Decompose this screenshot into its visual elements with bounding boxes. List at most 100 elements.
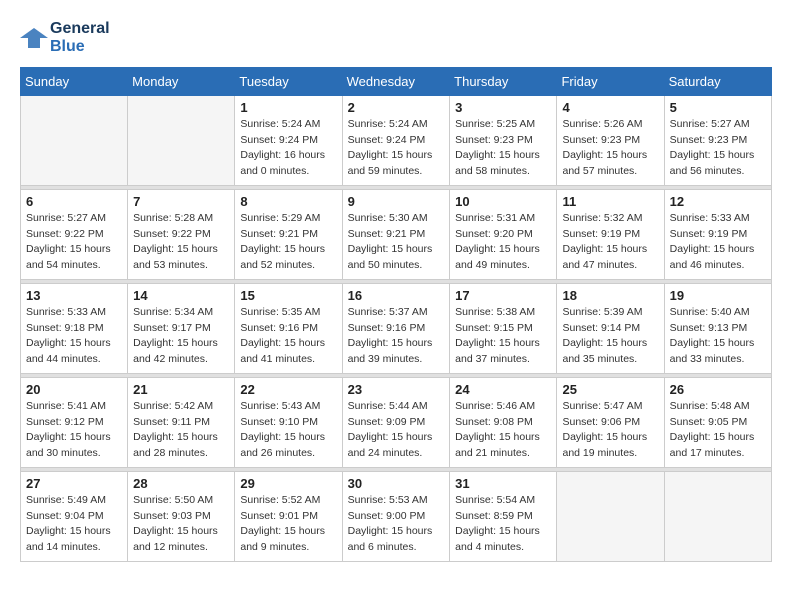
calendar-cell: 13 Sunrise: 5:33 AMSunset: 9:18 PMDayligh… [21,283,128,373]
day-number: 27 [26,476,122,491]
day-info: Sunrise: 5:49 AMSunset: 9:04 PMDaylight:… [26,493,122,556]
day-number: 3 [455,100,551,115]
day-info: Sunrise: 5:43 AMSunset: 9:10 PMDaylight:… [240,399,336,462]
day-info: Sunrise: 5:27 AMSunset: 9:23 PMDaylight:… [670,117,766,180]
sunrise-text: Sunrise: 5:47 AM [562,399,658,415]
calendar-week-row: 27 Sunrise: 5:49 AMSunset: 9:04 PMDayligh… [21,471,772,561]
sunset-text: Sunset: 9:19 PM [562,227,658,243]
day-info: Sunrise: 5:32 AMSunset: 9:19 PMDaylight:… [562,211,658,274]
sunrise-text: Sunrise: 5:24 AM [348,117,445,133]
sunset-text: Sunset: 9:20 PM [455,227,551,243]
daylight-text: Daylight: 15 hours and 12 minutes. [133,524,229,556]
day-number: 16 [348,288,445,303]
day-number: 5 [670,100,766,115]
daylight-text: Daylight: 15 hours and 28 minutes. [133,430,229,462]
calendar-cell [21,95,128,185]
sunset-text: Sunset: 9:17 PM [133,321,229,337]
calendar-cell: 20Sunrise: 5:41 AMSunset: 9:12 PMDayligh… [21,377,128,467]
sunset-text: Sunset: 9:23 PM [455,133,551,149]
calendar-header-row: SundayMondayTuesdayWednesdayThursdayFrid… [21,67,772,95]
sunrise-text: Sunrise: 5:33 AM [26,305,122,321]
day-number: 25 [562,382,658,397]
calendar-cell: 11 Sunrise: 5:32 AMSunset: 9:19 PMDayligh… [557,189,664,279]
day-info: Sunrise: 5:35 AMSunset: 9:16 PMDaylight:… [240,305,336,368]
daylight-text: Daylight: 15 hours and 59 minutes. [348,148,445,180]
day-number: 18 [562,288,658,303]
sunrise-text: Sunrise: 5:24 AM [240,117,336,133]
sunrise-text: Sunrise: 5:42 AM [133,399,229,415]
calendar-cell: 26Sunrise: 5:48 AMSunset: 9:05 PMDayligh… [664,377,771,467]
daylight-text: Daylight: 15 hours and 14 minutes. [26,524,122,556]
logo-line2: Blue [50,38,110,56]
day-info: Sunrise: 5:48 AMSunset: 9:05 PMDaylight:… [670,399,766,462]
sunrise-text: Sunrise: 5:44 AM [348,399,445,415]
daylight-text: Daylight: 15 hours and 6 minutes. [348,524,445,556]
day-number: 29 [240,476,336,491]
sunrise-text: Sunrise: 5:38 AM [455,305,551,321]
day-number: 6 [26,194,122,209]
day-number: 13 [26,288,122,303]
day-info: Sunrise: 5:24 AMSunset: 9:24 PMDaylight:… [348,117,445,180]
daylight-text: Daylight: 15 hours and 46 minutes. [670,242,766,274]
day-number: 24 [455,382,551,397]
daylight-text: Daylight: 15 hours and 4 minutes. [455,524,551,556]
calendar-cell: 2 Sunrise: 5:24 AMSunset: 9:24 PMDaylight… [342,95,450,185]
calendar-header-sunday: Sunday [21,67,128,95]
sunrise-text: Sunrise: 5:31 AM [455,211,551,227]
calendar-cell: 27 Sunrise: 5:49 AMSunset: 9:04 PMDayligh… [21,471,128,561]
daylight-text: Daylight: 15 hours and 52 minutes. [240,242,336,274]
sunrise-text: Sunrise: 5:50 AM [133,493,229,509]
calendar-cell: 17 Sunrise: 5:38 AMSunset: 9:15 PMDayligh… [450,283,557,373]
sunset-text: Sunset: 9:23 PM [562,133,658,149]
day-number: 17 [455,288,551,303]
sunrise-text: Sunrise: 5:27 AM [26,211,122,227]
daylight-text: Daylight: 15 hours and 17 minutes. [670,430,766,462]
calendar-cell [128,95,235,185]
day-info: Sunrise: 5:41 AMSunset: 9:12 PMDaylight:… [26,399,122,462]
sunrise-text: Sunrise: 5:40 AM [670,305,766,321]
daylight-text: Daylight: 15 hours and 47 minutes. [562,242,658,274]
day-info: Sunrise: 5:26 AMSunset: 9:23 PMDaylight:… [562,117,658,180]
sunset-text: Sunset: 9:24 PM [240,133,336,149]
day-info: Sunrise: 5:37 AMSunset: 9:16 PMDaylight:… [348,305,445,368]
sunrise-text: Sunrise: 5:34 AM [133,305,229,321]
sunset-text: Sunset: 9:21 PM [348,227,445,243]
day-number: 19 [670,288,766,303]
day-info: Sunrise: 5:33 AMSunset: 9:18 PMDaylight:… [26,305,122,368]
calendar-week-row: 13 Sunrise: 5:33 AMSunset: 9:18 PMDayligh… [21,283,772,373]
calendar-cell: 21Sunrise: 5:42 AMSunset: 9:11 PMDayligh… [128,377,235,467]
day-info: Sunrise: 5:29 AMSunset: 9:21 PMDaylight:… [240,211,336,274]
sunset-text: Sunset: 9:14 PM [562,321,658,337]
calendar-cell: 28Sunrise: 5:50 AMSunset: 9:03 PMDayligh… [128,471,235,561]
day-number: 11 [562,194,658,209]
daylight-text: Daylight: 15 hours and 50 minutes. [348,242,445,274]
day-number: 15 [240,288,336,303]
calendar-cell [664,471,771,561]
calendar-cell: 10Sunrise: 5:31 AMSunset: 9:20 PMDayligh… [450,189,557,279]
calendar-cell: 12Sunrise: 5:33 AMSunset: 9:19 PMDayligh… [664,189,771,279]
sunrise-text: Sunrise: 5:29 AM [240,211,336,227]
day-info: Sunrise: 5:33 AMSunset: 9:19 PMDaylight:… [670,211,766,274]
calendar-cell: 16 Sunrise: 5:37 AMSunset: 9:16 PMDayligh… [342,283,450,373]
day-number: 22 [240,382,336,397]
daylight-text: Daylight: 15 hours and 30 minutes. [26,430,122,462]
day-number: 10 [455,194,551,209]
sunrise-text: Sunrise: 5:35 AM [240,305,336,321]
sunrise-text: Sunrise: 5:28 AM [133,211,229,227]
calendar-week-row: 6 Sunrise: 5:27 AMSunset: 9:22 PM Daylight… [21,189,772,279]
sunrise-text: Sunrise: 5:32 AM [562,211,658,227]
sunrise-text: Sunrise: 5:48 AM [670,399,766,415]
sunrise-text: Sunrise: 5:37 AM [348,305,445,321]
calendar-cell: 4Sunrise: 5:26 AMSunset: 9:23 PMDaylight… [557,95,664,185]
day-number: 2 [348,100,445,115]
sunset-text: Sunset: 9:01 PM [240,509,336,525]
day-info: Sunrise: 5:38 AMSunset: 9:15 PMDaylight:… [455,305,551,368]
sunrise-text: Sunrise: 5:39 AM [562,305,658,321]
day-number: 14 [133,288,229,303]
daylight-text: Daylight: 15 hours and 56 minutes. [670,148,766,180]
sunrise-text: Sunrise: 5:49 AM [26,493,122,509]
sunset-text: Sunset: 9:11 PM [133,415,229,431]
day-info: Sunrise: 5:40 AMSunset: 9:13 PMDaylight:… [670,305,766,368]
daylight-text: Daylight: 15 hours and 37 minutes. [455,336,551,368]
sunset-text: Sunset: 9:22 PM [26,227,122,243]
